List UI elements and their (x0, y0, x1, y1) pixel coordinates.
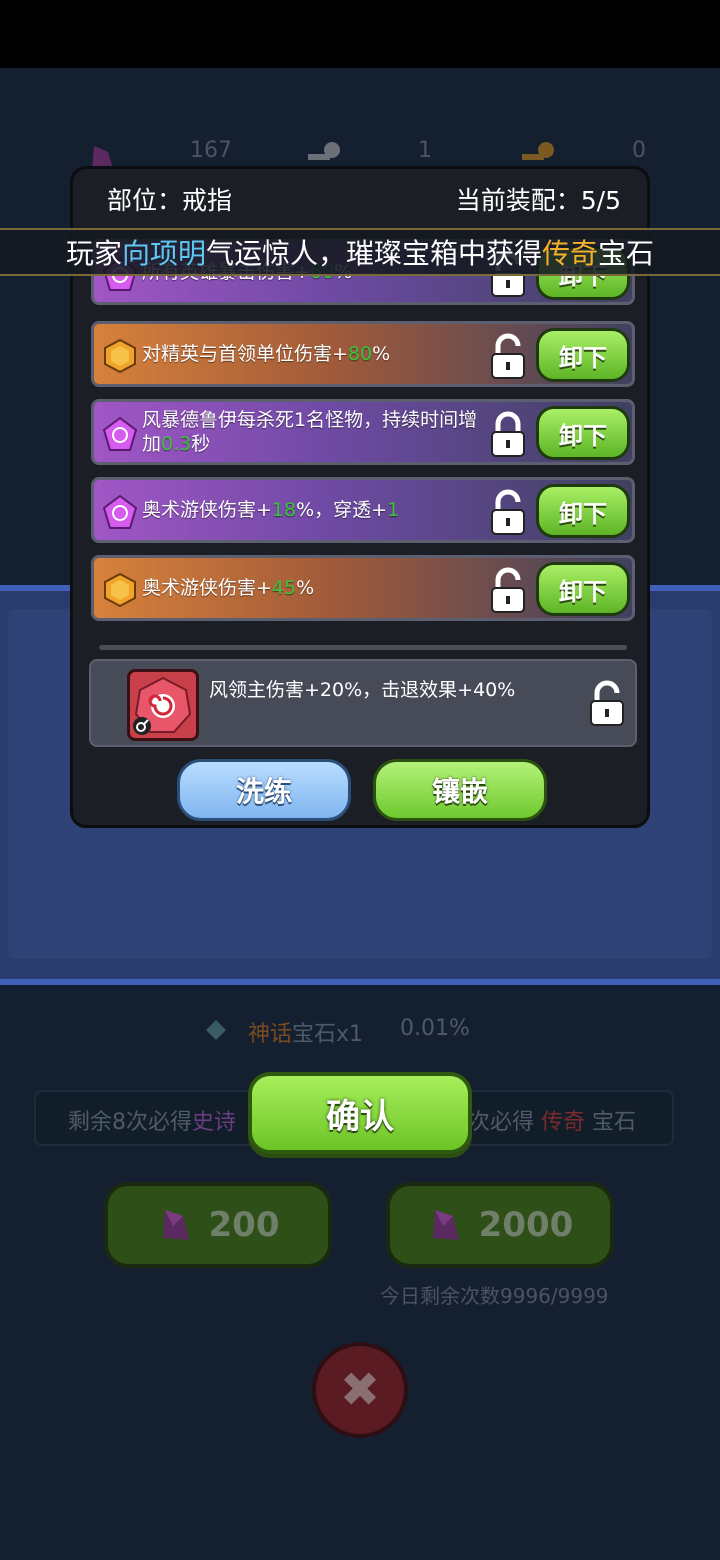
unload-button[interactable]: 卸下 (536, 562, 630, 616)
gem-effect-text: 对精英与首领单位伤害+ 80% (142, 343, 391, 365)
close-icon: ✖ (339, 1362, 381, 1418)
gem-effect-text: 奥术游侠伤害+ 45% (142, 577, 315, 599)
info-icon (133, 717, 151, 735)
divider (99, 645, 627, 650)
reroll-button[interactable]: 洗练 (177, 759, 351, 821)
buy-single-price: 200 (208, 1205, 280, 1245)
red-spiral-gem-icon[interactable] (127, 669, 199, 741)
gem-row: 风暴德鲁伊每杀死1名怪物，持续时间增加0.3秒 卸下 (91, 399, 635, 465)
buy-ten-price: 2000 (478, 1205, 574, 1245)
new-gem-card: 风领主伤害+20%，击退效果+40% (89, 659, 637, 747)
unload-button[interactable]: 卸下 (536, 406, 630, 460)
unlock-icon[interactable] (585, 679, 629, 727)
gold-key-count: 0 (632, 138, 646, 163)
unload-button[interactable]: 卸下 (536, 328, 630, 382)
close-button[interactable]: ✖ (312, 1342, 408, 1438)
gem-effect-text: 风暴德鲁伊每杀死1名怪物，持续时间增加0.3秒 (142, 409, 478, 455)
gem-count: 167 (190, 138, 232, 163)
gem-row: 奥术游侠伤害+ 18 %，穿透+ 1 卸下 (91, 477, 635, 543)
unlock-icon[interactable] (486, 566, 530, 614)
orange-gem-icon (104, 338, 136, 374)
inlay-button[interactable]: 镶嵌 (373, 759, 547, 821)
purple-gem-icon (162, 1210, 189, 1240)
gem-row: 奥术游侠伤害+ 45% 卸下 (91, 555, 635, 621)
unlock-icon[interactable] (486, 332, 530, 380)
broadcast-banner: 玩家 向项明 气运惊人，璀璨宝箱中获得 传奇 宝石 (0, 228, 720, 276)
purple-gem-icon (102, 416, 138, 451)
unlock-icon[interactable] (486, 488, 530, 536)
buy-ten-button[interactable]: 2000 (386, 1182, 614, 1268)
confirm-button[interactable]: 确认 (248, 1072, 472, 1154)
daily-remaining-text: 今日剩余次数9996/9999 (380, 1284, 609, 1308)
legendary-pity-text: 次必得 传奇 宝石 (467, 1110, 636, 1135)
buy-single-button[interactable]: 200 (104, 1182, 332, 1268)
diamond-icon (206, 1020, 226, 1040)
status-bar (0, 0, 720, 68)
gem-effect-text: 奥术游侠伤害+ 18 %，穿透+ 1 (142, 499, 400, 521)
purple-gem-icon (102, 494, 138, 529)
orange-gem-icon (104, 572, 136, 608)
drop-rate-value: 0.01% (400, 1016, 470, 1041)
silver-key-count: 1 (418, 138, 432, 163)
slot-label: 部位：戒指 (107, 186, 233, 215)
lock-icon[interactable] (486, 410, 530, 458)
drop-rate-label: 神话宝石x1 (248, 1022, 364, 1047)
new-gem-effect-text: 风领主伤害+20%，击退效果+40% (209, 679, 516, 701)
unload-button[interactable]: 卸下 (536, 484, 630, 538)
equip-count-label: 当前装配：5/5 (455, 186, 621, 215)
epic-pity-text: 剩余8次必得史诗 (68, 1110, 237, 1135)
purple-gem-icon (432, 1210, 459, 1240)
gem-row: 对精英与首领单位伤害+ 80% 卸下 (91, 321, 635, 387)
